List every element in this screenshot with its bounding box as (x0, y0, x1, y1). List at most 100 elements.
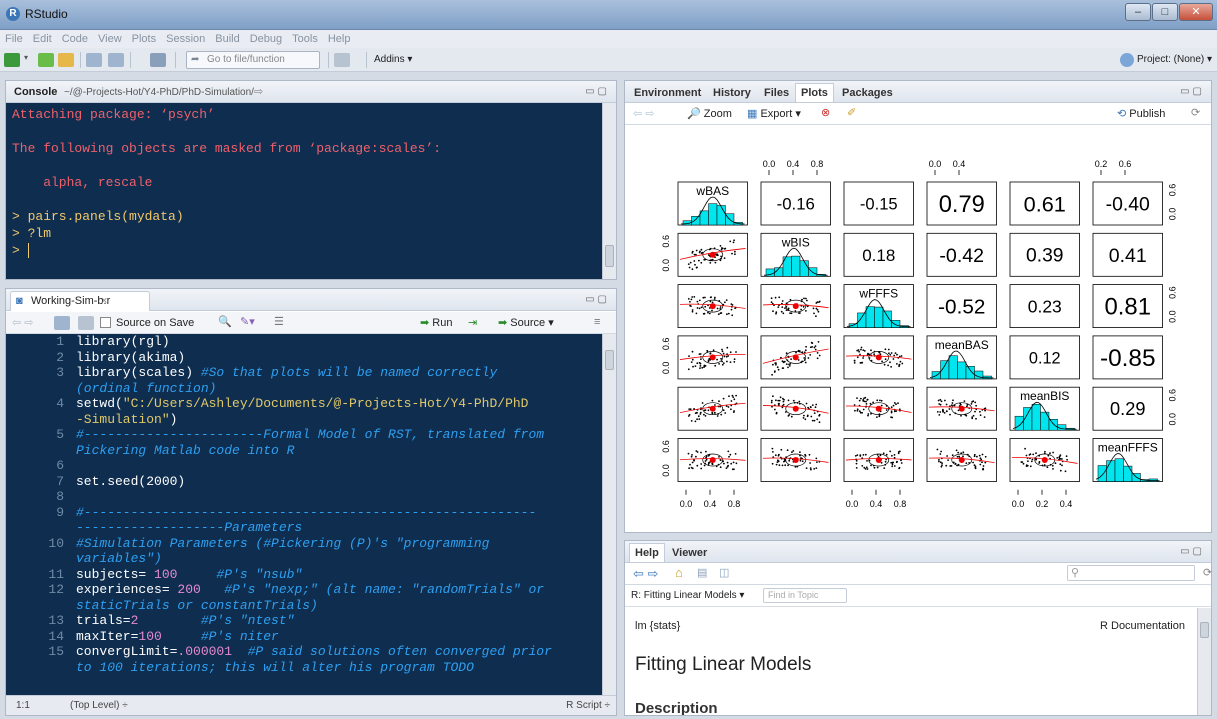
scatter-point (721, 350, 724, 353)
editor-tab[interactable]: ◙ Working-Sim-b.r × (10, 291, 150, 311)
tab-plots[interactable]: Plots (795, 83, 834, 102)
help-back-icon[interactable]: ⇦ ⇨ (633, 566, 658, 582)
menu-plots[interactable]: Plots (127, 30, 161, 45)
menu-edit[interactable]: Edit (28, 30, 57, 45)
new-file-icon[interactable] (4, 53, 20, 67)
scatter-point (723, 257, 726, 259)
scatter-point (782, 312, 785, 315)
print-icon[interactable] (150, 53, 166, 67)
code-token: library(scales) (76, 365, 201, 380)
menu-file[interactable]: File (0, 30, 28, 45)
string-token: "C:/Users/Ashley/Documents/@-Projects-Ho… (122, 396, 529, 411)
run-button[interactable]: ➡ Run (420, 316, 452, 329)
tab-files[interactable]: Files (759, 85, 794, 101)
pane-minmax-icon[interactable]: ▭▢ (585, 294, 610, 305)
menu-debug[interactable]: Debug (245, 30, 287, 45)
mean-point (792, 303, 799, 310)
menu-session[interactable]: Session (161, 30, 210, 45)
menu-help[interactable]: Help (323, 30, 356, 45)
menu-code[interactable]: Code (57, 30, 93, 45)
addins-button[interactable]: Addins ▾ (374, 54, 412, 65)
editor-scroll-thumb[interactable] (605, 350, 614, 370)
help-topic-dropdown[interactable]: R: Fitting Linear Models ▾ (631, 590, 744, 601)
pane-minmax-icon[interactable]: ▭▢ (1180, 86, 1205, 97)
editor-scrollbar[interactable] (602, 334, 616, 695)
tab-viewer[interactable]: Viewer (667, 545, 712, 561)
help-scroll-thumb[interactable] (1200, 622, 1209, 638)
new-file-dropdown-icon[interactable]: ▾ (24, 53, 32, 67)
source-button[interactable]: ➡ Source ▾ (498, 316, 554, 329)
prev-plot-icon[interactable]: ⇦ ⇨ (633, 107, 655, 120)
tab-environment[interactable]: Environment (629, 85, 706, 101)
scatter-point (698, 353, 701, 355)
rerun-icon[interactable]: ⇥ (468, 316, 477, 329)
console-scroll-thumb[interactable] (605, 245, 614, 267)
show-in-window-icon[interactable] (54, 316, 70, 330)
code-token: library(rgl) (76, 334, 170, 349)
maximize-button[interactable]: □ (1152, 3, 1178, 21)
find-in-topic-input[interactable]: Find in Topic (763, 588, 847, 603)
code-line: set.seed(2000) (76, 474, 185, 489)
pane-minmax-icon[interactable]: ▭▢ (1180, 546, 1205, 557)
editor-menu-icon[interactable]: ≡ (594, 316, 600, 328)
scatter-point (699, 365, 702, 367)
remove-plot-icon[interactable]: ⊗ (821, 106, 830, 119)
code-editor[interactable]: 1 2 3 4 5 6 7 8 9 10 11 12 13 14 15 library(rgl) librar… (6, 334, 602, 695)
file-type-selector[interactable]: R Script ÷ (566, 700, 610, 711)
help-tabbar: Help Viewer ▭▢ (625, 541, 1211, 563)
tab-help[interactable]: Help (629, 543, 665, 562)
save-all-icon[interactable] (108, 53, 124, 67)
search-icon[interactable]: 🔍 (218, 315, 232, 328)
code-text[interactable]: library(rgl) library(akima) library(scales… (76, 334, 602, 695)
refresh-icon[interactable]: ⟳ (1203, 566, 1212, 579)
back-icon[interactable]: ⇦ ⇨ (12, 316, 34, 329)
help-home-icon[interactable]: ⌂ (675, 565, 683, 580)
publish-button[interactable]: ⟲ Publish (1117, 107, 1165, 120)
number-token: .000001 (177, 644, 233, 659)
goto-directory-icon[interactable]: ⇨ (254, 85, 263, 98)
scatter-point (809, 354, 812, 356)
clear-plots-icon[interactable]: ✐ (847, 106, 856, 119)
help-topic-bar: R: Fitting Linear Models ▾ Find in Topic (625, 585, 1211, 607)
code-token: convergLimit= (76, 644, 178, 659)
document-outline-icon[interactable]: ☰ (274, 315, 284, 328)
scatter-point (860, 348, 862, 351)
scatter-point (854, 409, 856, 412)
workspace-panes-icon[interactable] (334, 53, 350, 67)
save-icon[interactable] (86, 53, 102, 67)
console-output[interactable]: Attaching package: ‘psych’ The following … (6, 103, 602, 279)
goto-file-input[interactable]: ➦ Go to file/function (186, 51, 320, 69)
menu-tools[interactable]: Tools (287, 30, 323, 45)
zoom-button[interactable]: 🔎 Zoom (687, 107, 732, 120)
bottom-tick-label: 0.8 (894, 499, 907, 509)
scatter-point (893, 402, 896, 404)
show-in-window-icon[interactable]: ◫ (719, 566, 729, 579)
close-tab-icon[interactable]: × (101, 295, 107, 307)
code-tools-icon[interactable]: ✎▾ (240, 315, 255, 328)
open-file-icon[interactable] (58, 53, 74, 67)
scatter-point (1052, 468, 1054, 470)
tab-packages[interactable]: Packages (837, 85, 898, 101)
console-scrollbar[interactable] (602, 103, 616, 279)
pane-minmax-icon[interactable]: ▭▢ (585, 86, 610, 97)
refresh-icon[interactable]: ⟳ (1191, 106, 1200, 119)
new-project-icon[interactable] (38, 53, 54, 67)
save-icon[interactable] (78, 316, 94, 330)
source-on-save-checkbox[interactable] (100, 317, 111, 328)
help-scrollbar[interactable] (1197, 608, 1211, 715)
scope-selector[interactable]: (Top Level) ÷ (70, 700, 128, 711)
scatter-point (816, 357, 819, 360)
menu-view[interactable]: View (93, 30, 127, 45)
correlation-value: 0.79 (939, 192, 985, 218)
help-search-input[interactable]: ⚲ (1067, 565, 1195, 581)
project-menu[interactable]: Project: (None) ▾ (1137, 54, 1212, 65)
export-button[interactable]: ▦ Export ▾ (747, 107, 801, 120)
scatter-point (815, 315, 817, 318)
histogram-bar (957, 361, 967, 380)
minimize-button[interactable]: – (1125, 3, 1151, 21)
close-button[interactable]: ✕ (1179, 3, 1213, 21)
editor-toolbar: ⇦ ⇨ Source on Save 🔍 ✎▾ ☰ ➡ Run ⇥ ➡ Sour… (6, 312, 616, 334)
print-icon[interactable]: ▤ (697, 566, 707, 579)
menu-build[interactable]: Build (210, 30, 244, 45)
tab-history[interactable]: History (708, 85, 756, 101)
